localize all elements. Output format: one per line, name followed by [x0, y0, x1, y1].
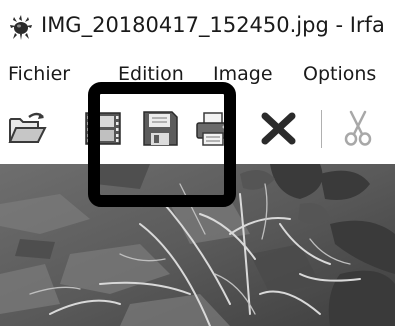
- slideshow-button[interactable]: [83, 108, 123, 148]
- print-button[interactable]: [193, 108, 233, 148]
- menu-file[interactable]: Fichier: [8, 62, 70, 86]
- menu-bar: Fichier Edition Image Options: [0, 56, 395, 92]
- title-bar: IMG_20180417_152450.jpg - Irfa: [0, 0, 395, 52]
- photo-image: [0, 164, 395, 326]
- irfanview-window: IMG_20180417_152450.jpg - Irfa Fichier E…: [0, 0, 395, 326]
- floppy-disk-icon: [143, 111, 178, 146]
- scissors-icon: [344, 110, 372, 146]
- open-folder-icon: [8, 112, 47, 143]
- delete-x-icon: [261, 112, 296, 145]
- toolbar-separator: [321, 110, 322, 148]
- window-title: IMG_20180417_152450.jpg - Irfa: [41, 13, 385, 37]
- image-view[interactable]: [0, 164, 395, 326]
- menu-options[interactable]: Options: [303, 62, 376, 86]
- irfanview-icon: [8, 14, 34, 40]
- cut-button[interactable]: [338, 108, 378, 148]
- toolbar: [0, 96, 395, 164]
- film-strip-icon: [85, 112, 121, 145]
- save-button[interactable]: [140, 108, 180, 148]
- delete-button[interactable]: [258, 108, 298, 148]
- menu-image[interactable]: Image: [213, 62, 273, 86]
- printer-icon: [196, 112, 230, 146]
- open-button[interactable]: [7, 108, 47, 148]
- menu-edit[interactable]: Edition: [118, 62, 184, 86]
